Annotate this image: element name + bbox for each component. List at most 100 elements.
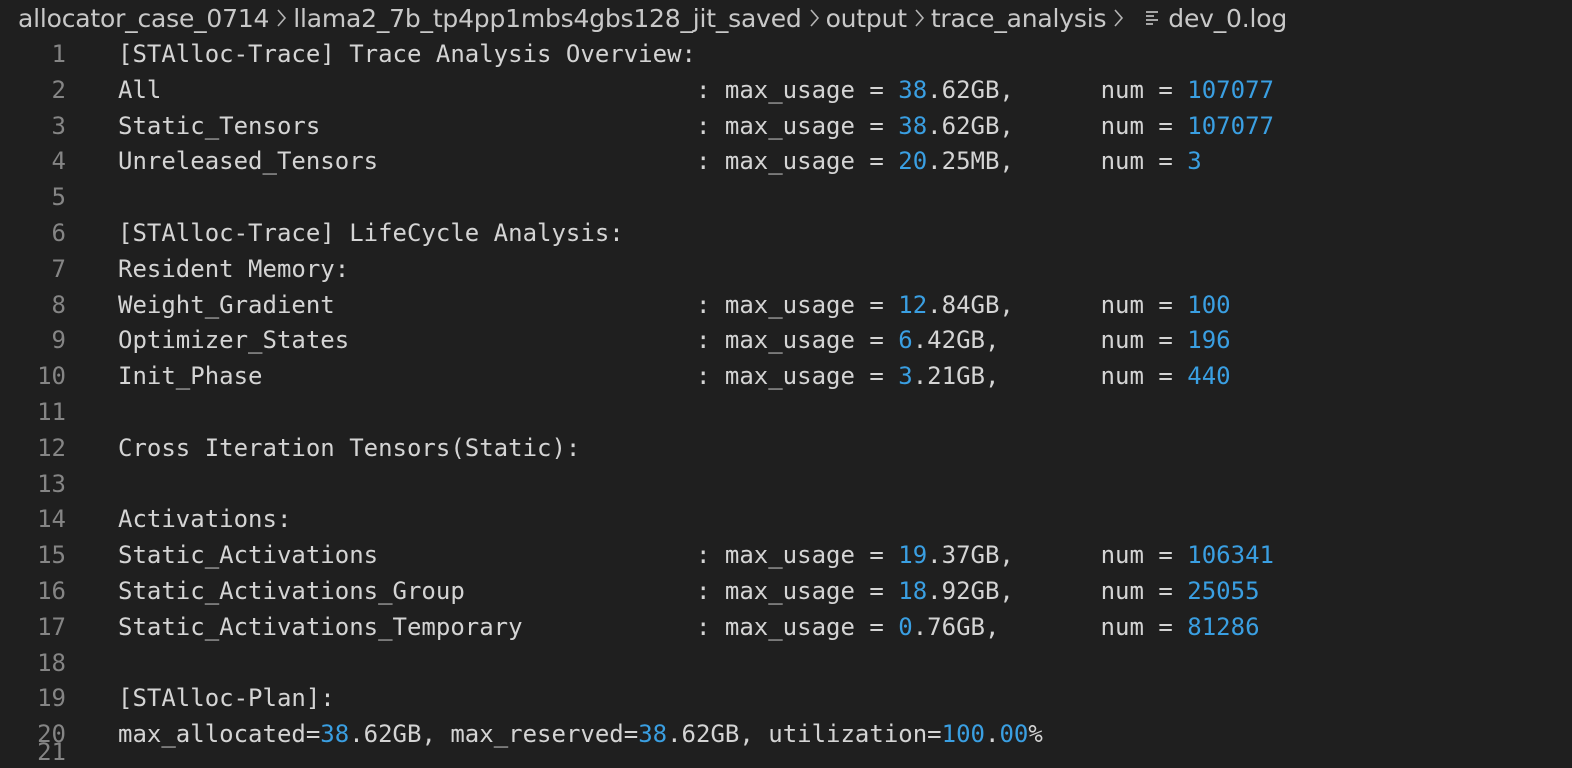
number-token: 00 <box>999 720 1029 749</box>
line-content: Activations: <box>118 502 291 538</box>
text-token: All : max_usage = <box>118 75 899 104</box>
number-token: 38 <box>898 111 928 140</box>
line-number: 10 <box>37 362 66 391</box>
number-token: 107077 <box>1187 75 1274 104</box>
chevron-right-icon <box>276 8 287 28</box>
text-token: Static_Activations_Group : max_usage = <box>118 576 899 605</box>
number-token: 18 <box>898 576 928 605</box>
line-number: 13 <box>37 469 66 498</box>
number-token: 20 <box>898 147 928 176</box>
code-line[interactable]: 8 Weight_Gradient : max_usage = 12.84GB, … <box>0 288 1572 324</box>
code-line[interactable]: 5 <box>0 180 1572 216</box>
code-area[interactable]: 1 [STAlloc-Trace] Trace Analysis Overview… <box>0 37 1572 768</box>
line-number: 5 <box>51 183 66 212</box>
line-number: 21 <box>37 737 66 766</box>
line-content: [STAlloc-Plan]: <box>118 681 335 717</box>
line-content: Unreleased_Tensors : max_usage = 20.25MB… <box>118 144 1202 180</box>
line-number: 19 <box>37 684 66 713</box>
breadcrumb: allocator_case_0714 llama2_7b_tp4pp1mbs4… <box>18 0 1287 36</box>
text-token: [STAlloc-Trace] Trace Analysis Overview: <box>118 40 696 68</box>
number-token: 38 <box>898 75 928 104</box>
line-number: 2 <box>51 75 66 104</box>
breadcrumb-file[interactable]: dev_0.log <box>1168 4 1287 33</box>
text-token: Init_Phase : max_usage = <box>118 362 899 391</box>
text-token: .62GB, num = <box>927 75 1188 104</box>
text-token: Static_Activations_Temporary : max_usage… <box>118 612 899 641</box>
code-line[interactable]: 7 Resident Memory: <box>0 252 1572 288</box>
text-token: Unreleased_Tensors : max_usage = <box>118 147 899 176</box>
text-token: max_allocated= <box>118 720 321 749</box>
text-token: [STAlloc-Trace] LifeCycle Analysis: <box>118 218 624 247</box>
number-token: 3 <box>1187 147 1202 176</box>
line-content: Resident Memory: <box>118 252 349 288</box>
text-token: .62GB, utilization= <box>667 720 942 749</box>
line-number: 17 <box>37 612 66 641</box>
line-content: Static_Tensors : max_usage = 38.62GB, nu… <box>118 109 1274 145</box>
chevron-right-icon <box>914 8 925 28</box>
text-token: .62GB, max_reserved= <box>349 720 639 749</box>
text-token: . <box>985 720 1000 749</box>
number-token: 12 <box>898 290 928 319</box>
number-token: 440 <box>1187 362 1231 391</box>
line-content: [STAlloc-Trace] LifeCycle Analysis: <box>118 216 624 252</box>
line-number: 16 <box>37 576 66 605</box>
code-line[interactable]: 21 <box>0 738 1572 768</box>
code-line[interactable]: 3 Static_Tensors : max_usage = 38.62GB, n… <box>0 109 1572 145</box>
code-line[interactable]: 2 All : max_usage = 38.62GB, num = 107077 <box>0 73 1572 109</box>
number-token: 0 <box>898 612 913 641</box>
line-number: 18 <box>37 648 66 677</box>
list-file-icon <box>1144 8 1162 28</box>
number-token: 19 <box>898 541 928 570</box>
text-token: .84GB, num = <box>927 290 1188 319</box>
text-token: .62GB, num = <box>927 111 1188 140</box>
text-token: .25MB, num = <box>927 147 1188 176</box>
code-line[interactable]: 11 <box>0 395 1572 431</box>
code-line[interactable]: 14 Activations: <box>0 502 1572 538</box>
number-token: 3 <box>898 362 913 391</box>
code-line[interactable]: 18 <box>0 646 1572 682</box>
line-content: Static_Activations_Group : max_usage = 1… <box>118 574 1260 610</box>
number-token: 196 <box>1187 326 1231 355</box>
code-line[interactable]: 10 Init_Phase : max_usage = 3.21GB, num =… <box>0 359 1572 395</box>
code-line[interactable]: 20 max_allocated=38.62GB, max_reserved=38… <box>0 717 1572 753</box>
code-line[interactable]: 16 Static_Activations_Group : max_usage =… <box>0 574 1572 610</box>
line-number: 6 <box>51 218 66 247</box>
text-token: .92GB, num = <box>927 576 1188 605</box>
line-content: Weight_Gradient : max_usage = 12.84GB, n… <box>118 288 1231 324</box>
breadcrumb-folder-allocator-case[interactable]: allocator_case_0714 <box>18 4 269 33</box>
code-line[interactable]: 17 Static_Activations_Temporary : max_usa… <box>0 610 1572 646</box>
code-line[interactable]: 15 Static_Activations : max_usage = 19.37… <box>0 538 1572 574</box>
line-number: 12 <box>37 433 66 462</box>
editor[interactable]: allocator_case_0714 llama2_7b_tp4pp1mbs4… <box>0 0 1572 768</box>
line-number: 9 <box>51 326 66 355</box>
line-number: 3 <box>51 111 66 140</box>
text-token: % <box>1028 720 1043 749</box>
code-line[interactable]: 4 Unreleased_Tensors : max_usage = 20.25M… <box>0 144 1572 180</box>
breadcrumb-folder-run[interactable]: llama2_7b_tp4pp1mbs4gbs128_jit_saved <box>293 4 802 33</box>
text-token: Resident Memory: <box>118 254 350 283</box>
code-line[interactable]: 6 [STAlloc-Trace] LifeCycle Analysis: <box>0 216 1572 252</box>
text-token: .37GB, num = <box>927 541 1188 570</box>
text-token: [STAlloc-Plan]: <box>118 684 335 713</box>
number-token: 38 <box>320 720 350 749</box>
number-token: 100 <box>1187 290 1231 319</box>
number-token: 100 <box>941 720 985 749</box>
number-token: 107077 <box>1187 111 1274 140</box>
breadcrumb-folder-trace-analysis[interactable]: trace_analysis <box>931 4 1107 33</box>
text-token: Cross Iteration Tensors(Static): <box>118 433 581 462</box>
code-line[interactable]: 9 Optimizer_States : max_usage = 6.42GB, … <box>0 323 1572 359</box>
line-content: Static_Activations_Temporary : max_usage… <box>118 610 1260 646</box>
code-line[interactable]: 12 Cross Iteration Tensors(Static): <box>0 431 1572 467</box>
code-line[interactable]: 13 <box>0 467 1572 503</box>
code-line[interactable]: 1 [STAlloc-Trace] Trace Analysis Overview… <box>0 37 1572 73</box>
code-line[interactable]: 19 [STAlloc-Plan]: <box>0 681 1572 717</box>
text-token: Static_Tensors : max_usage = <box>118 111 899 140</box>
breadcrumb-folder-output[interactable]: output <box>826 4 907 33</box>
line-number: 1 <box>51 40 66 68</box>
chevron-right-icon <box>1113 8 1124 28</box>
text-token: Activations: <box>118 505 292 534</box>
line-number: 14 <box>37 505 66 534</box>
line-content: [STAlloc-Trace] Trace Analysis Overview: <box>118 37 696 73</box>
number-token: 25055 <box>1187 576 1260 605</box>
line-content: All : max_usage = 38.62GB, num = 107077 <box>118 73 1274 109</box>
